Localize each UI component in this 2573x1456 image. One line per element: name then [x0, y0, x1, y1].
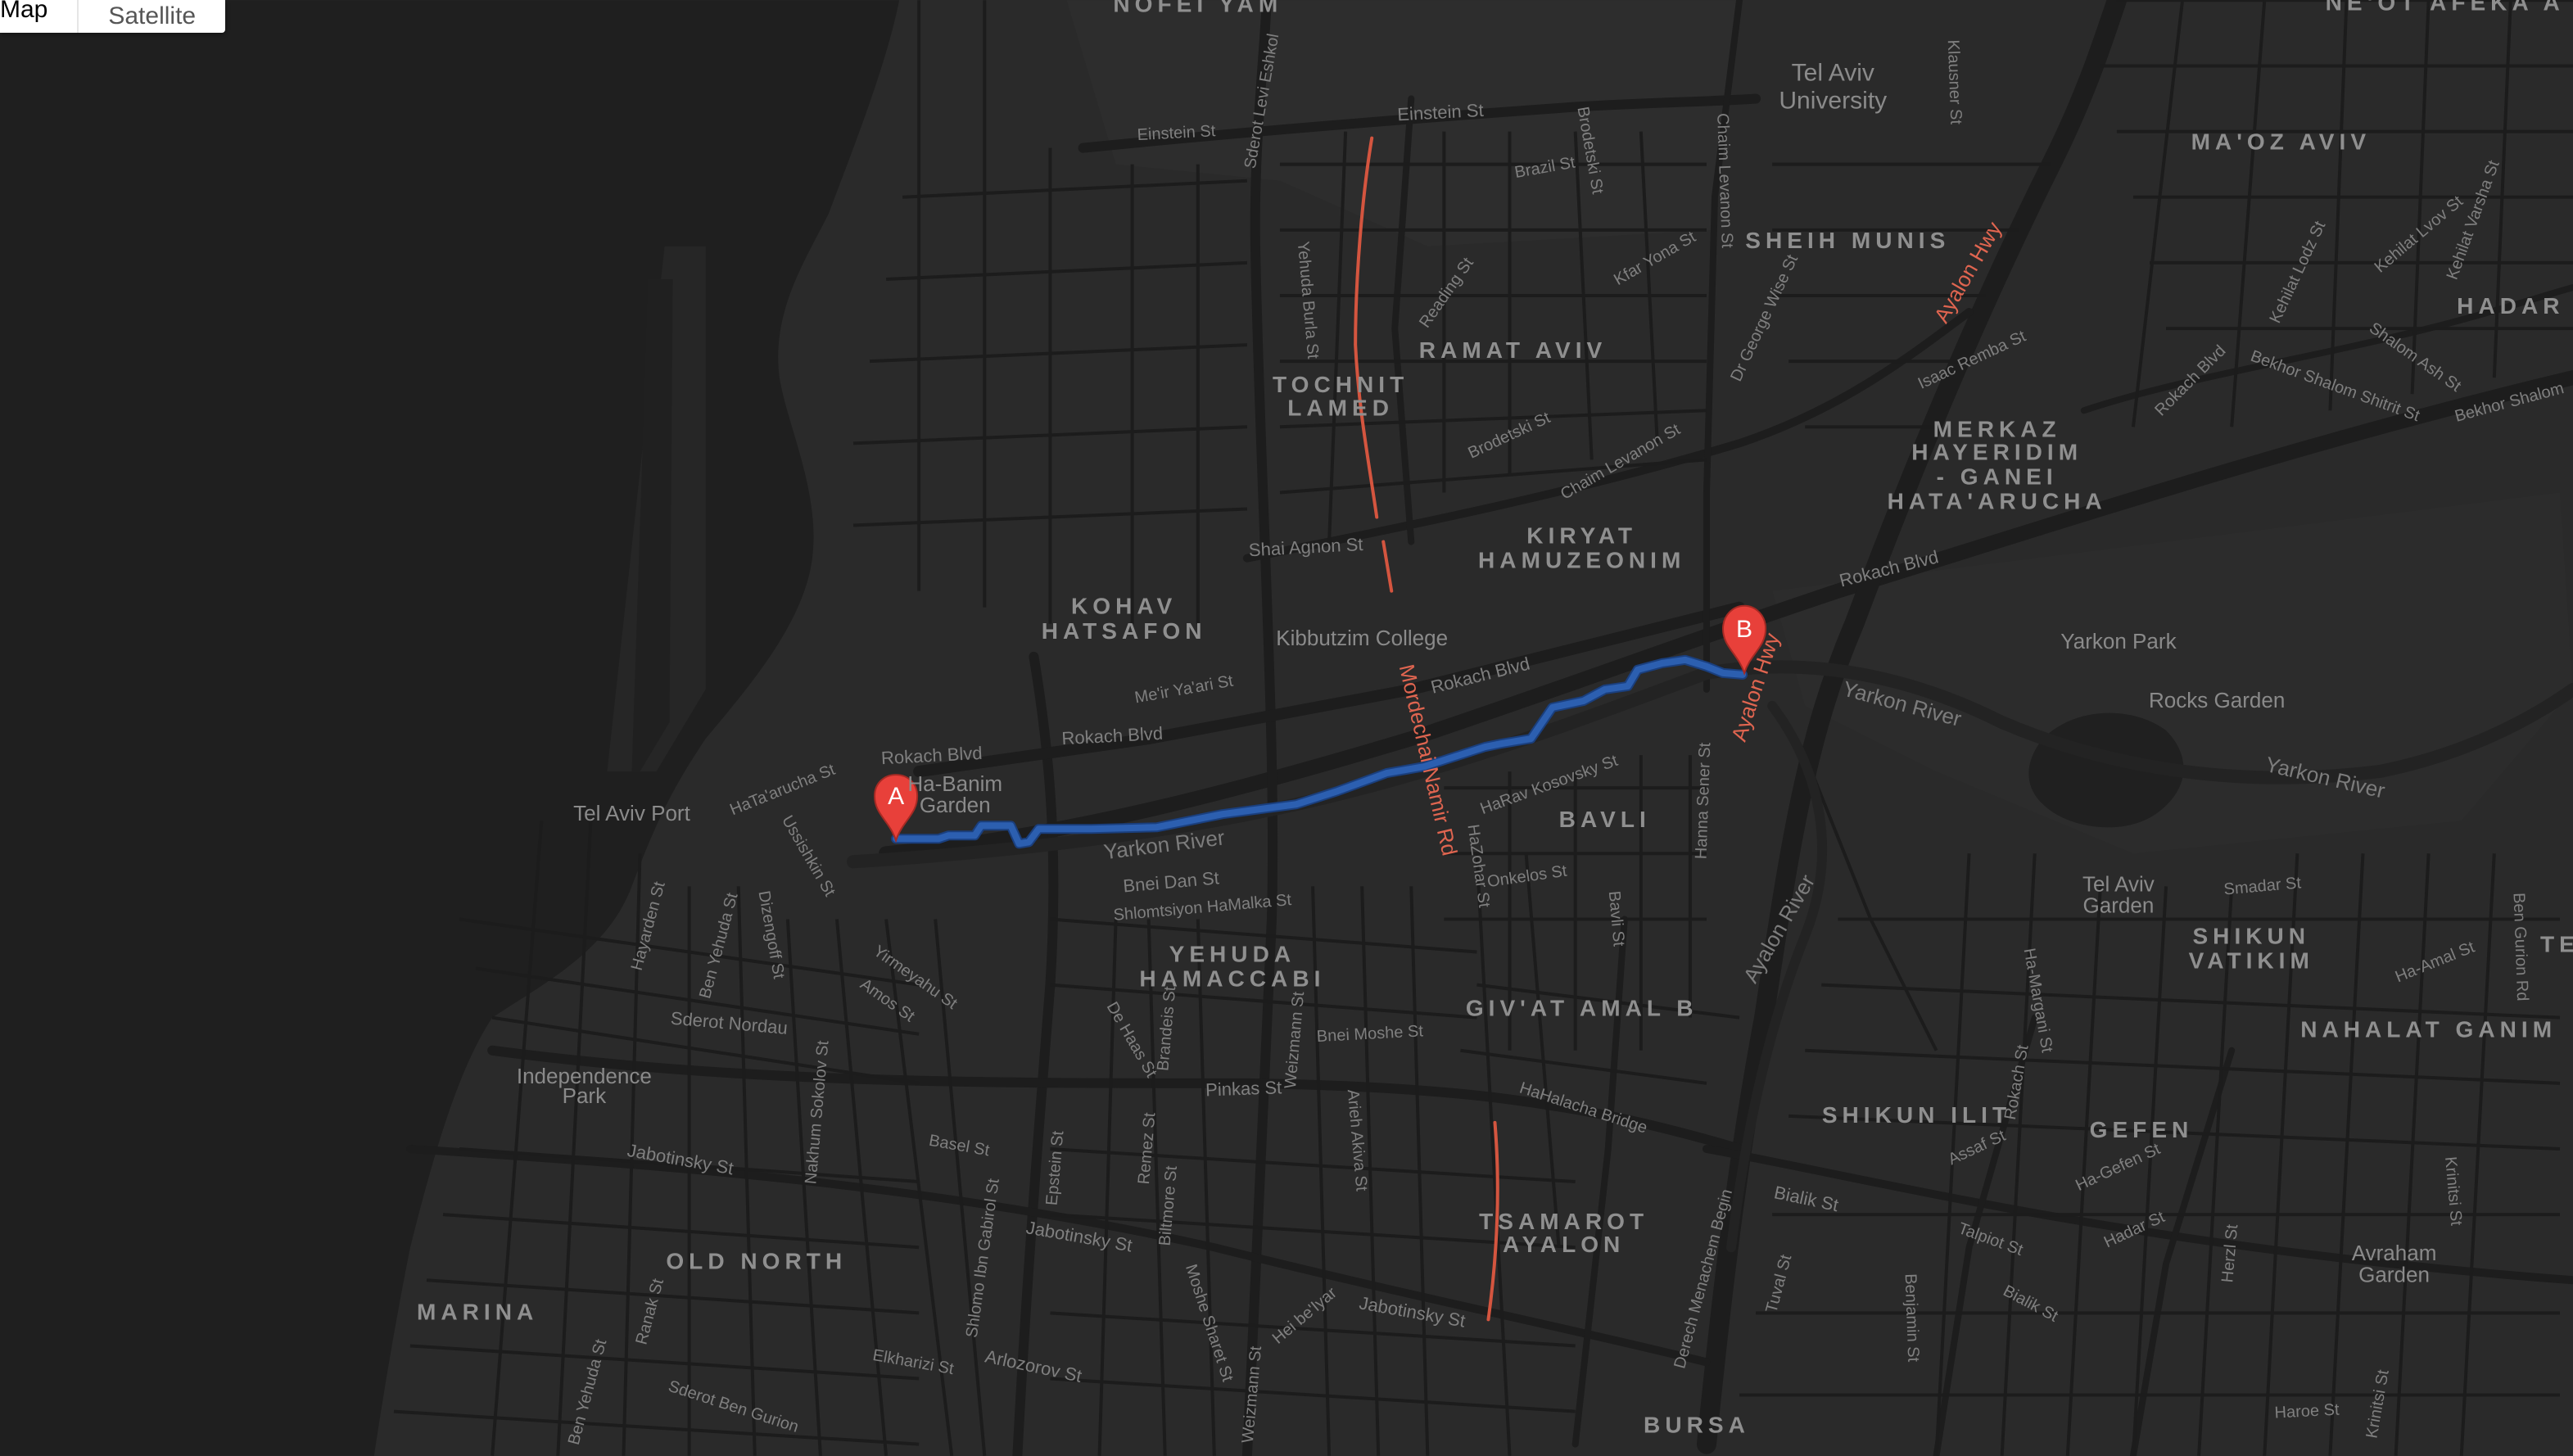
label-chaim-levanon-1: Chaim Levanon St — [1713, 113, 1736, 249]
label-ben-yehuda-2: Ben Yehuda St — [565, 1337, 611, 1447]
label-tochnit: TOCHNIT — [1273, 372, 1409, 397]
label-hayeridim: HAYERIDIM — [1911, 439, 2082, 464]
label-tsamarot: TSAMAROT — [1479, 1209, 1648, 1234]
label-kfar-yona: Kfar Yona St — [1611, 228, 1699, 289]
label-ayalon: AYALON — [1503, 1232, 1625, 1257]
label-old-north: OLD NORTH — [666, 1248, 847, 1273]
label-ben-gurion-rd: Ben Gurion Rd — [2510, 893, 2532, 1002]
label-lamed: LAMED — [1287, 395, 1394, 420]
label-weizmann-2: Weizmann St — [1239, 1345, 1265, 1445]
label-hamuzeonim: HAMUZEONIM — [1478, 548, 1685, 573]
label-hatsafon: HATSAFON — [1042, 618, 1207, 644]
label-marina: MARINA — [417, 1299, 538, 1324]
label-bnei-moshe: Bnei Moshe St — [1316, 1022, 1424, 1046]
map-svg[interactable]: A B NOFEI YAM NE'OT AFEKA A MA'OZ AVIV S… — [0, 0, 2573, 1456]
label-hataarucha: HaTa'arucha St — [727, 761, 838, 820]
label-rokach-st: Rokach St — [2001, 1043, 2033, 1121]
label-reading: Reading St — [1416, 254, 1477, 331]
label-bavli: BAVLI — [1559, 807, 1651, 832]
label-bnei-dan: Bnei Dan St — [1122, 867, 1219, 896]
label-merkaz: MERKAZ — [1933, 416, 2061, 441]
label-bekhor-shalom-1: Bekhor Shalom Shitrit St — [2248, 347, 2422, 425]
label-pinkas: Pinkas St — [1205, 1077, 1282, 1100]
label-kiryat: KIRYAT — [1526, 523, 1637, 549]
label-kehilat-lodz: Kehilat Lodz St — [2267, 218, 2330, 326]
label-ussishkin: Ussishkin St — [778, 812, 839, 900]
label-ha-amal: Ha-Amal St — [2393, 938, 2478, 986]
label-ranak: Ranak St — [632, 1277, 667, 1347]
map-canvas[interactable]: A B NOFEI YAM NE'OT AFEKA A MA'OZ AVIV S… — [0, 0, 2573, 1456]
label-brandeis: Brandeis St — [1154, 985, 1179, 1071]
label-benjamin: Benjamin St — [1901, 1273, 1923, 1363]
label-hei-beiyar: Hei be'Iyar — [1269, 1284, 1341, 1348]
map-type-map-button[interactable]: Map — [0, 0, 77, 26]
label-hayarden: Hayarden St — [628, 879, 669, 973]
label-maoz-aviv: MA'OZ AVIV — [2191, 129, 2371, 155]
marker-a-label: A — [888, 783, 904, 810]
label-arieh-akiva: Arieh Akiva St — [1344, 1088, 1371, 1191]
label-arlozorov: Arlozorov St — [984, 1345, 1084, 1386]
map-type-satellite-button[interactable]: Satellite — [79, 0, 225, 33]
label-meir-yaari: Me'ir Ya'ari St — [1133, 672, 1235, 708]
label-epstein: Epstein St — [1043, 1130, 1068, 1206]
label-ben-yehuda-1: Ben Yehuda St — [696, 891, 742, 1001]
label-krinitsi-2: Krinitsi St — [2363, 1368, 2392, 1440]
label-yehuda: YEHUDA — [1169, 942, 1296, 967]
label-tel-aviv-garden-2: Garden — [2083, 893, 2155, 917]
label-sheih-munis: SHEIH MUNIS — [1745, 228, 1950, 253]
label-neot-afeka: NE'OT AFEKA A — [2326, 0, 2565, 15]
label-haroe: Haroe St — [2274, 1401, 2340, 1422]
label-kohav: KOHAV — [1071, 594, 1177, 619]
label-rokach-blvd-5: Rokach Blvd — [2151, 341, 2229, 419]
label-gefen: GEFEN — [2090, 1117, 2194, 1142]
label-yehuda-burla: Yehuda Burla St — [1294, 241, 1322, 360]
label-basel: Basel St — [928, 1132, 992, 1160]
label-nakhum-sokolov: Nakhum Sokolov St — [802, 1039, 832, 1184]
label-yarkon-park: Yarkon Park — [2060, 629, 2177, 653]
label-te: TE — [2540, 932, 2573, 957]
label-habanim-garden-2: Garden — [920, 793, 991, 817]
label-shikun-ilit: SHIKUN ILIT — [1822, 1102, 2011, 1128]
label-weizmann-1: Weizmann St — [1282, 991, 1308, 1090]
label-nahalat-ganim: NAHALAT GANIM — [2300, 1017, 2557, 1042]
label-ramat-aviv: RAMAT AVIV — [1419, 337, 1607, 363]
label-bavli-st: Bavli St — [1605, 890, 1628, 947]
label-tel-aviv-port: Tel Aviv Port — [573, 801, 691, 825]
label-smadar: Smadar St — [2223, 874, 2303, 898]
label-ganei: - GANEI — [1937, 463, 2058, 489]
label-herzl: Herzl St — [2218, 1223, 2241, 1283]
label-nofei-yam: NOFEI YAM — [1113, 0, 1282, 16]
label-avraham-garden-2: Garden — [2358, 1262, 2430, 1286]
label-kibbutzim-college: Kibbutzim College — [1276, 626, 1448, 650]
label-biltmore: Biltmore St — [1156, 1164, 1181, 1246]
label-sderot-ben-gurion: Sderot Ben Gurion — [666, 1377, 800, 1436]
label-rocks-garden: Rocks Garden — [2149, 688, 2285, 712]
label-hanna-sener: Hanna Sener St — [1693, 742, 1715, 860]
label-rokach-blvd-2: Rokach Blvd — [1429, 653, 1532, 698]
label-vatikim: VATIKIM — [2189, 948, 2314, 974]
marker-b-label: B — [1736, 616, 1752, 643]
label-dr-george-wise: Dr George Wise St — [1727, 251, 1802, 384]
label-hazohar: HaZohar St — [1463, 823, 1493, 909]
label-shlomtsiyon: Shlomtsiyon HaMalka St — [1113, 891, 1293, 925]
label-bialik-1: Bialik St — [1772, 1182, 1840, 1215]
label-dizengoff: Dizengoff St — [754, 889, 788, 980]
label-independence-park-2: Park — [563, 1083, 608, 1108]
label-jabotinsky-1: Jabotinsky St — [626, 1140, 735, 1178]
label-rokach-blvd-3: Rokach Blvd — [1061, 723, 1164, 748]
label-tel-aviv-university-2: University — [1779, 88, 1887, 115]
label-bursa: BURSA — [1644, 1413, 1750, 1438]
label-hadar: HADAR — [2457, 293, 2564, 319]
label-shikun: SHIKUN — [2192, 924, 2310, 949]
label-hataarucha: HATA'ARUCHA — [1888, 488, 2107, 513]
label-tel-aviv-university-1: Tel Aviv — [1792, 59, 1874, 86]
label-klausner: Klausner St — [1944, 39, 1965, 125]
label-tuval: Tuval St — [1762, 1252, 1795, 1314]
label-givat-amal: GIV'AT AMAL B — [1466, 996, 1698, 1021]
label-elkharizi: Elkharizi St — [871, 1346, 956, 1378]
map-type-control: Map Satellite — [0, 0, 226, 33]
